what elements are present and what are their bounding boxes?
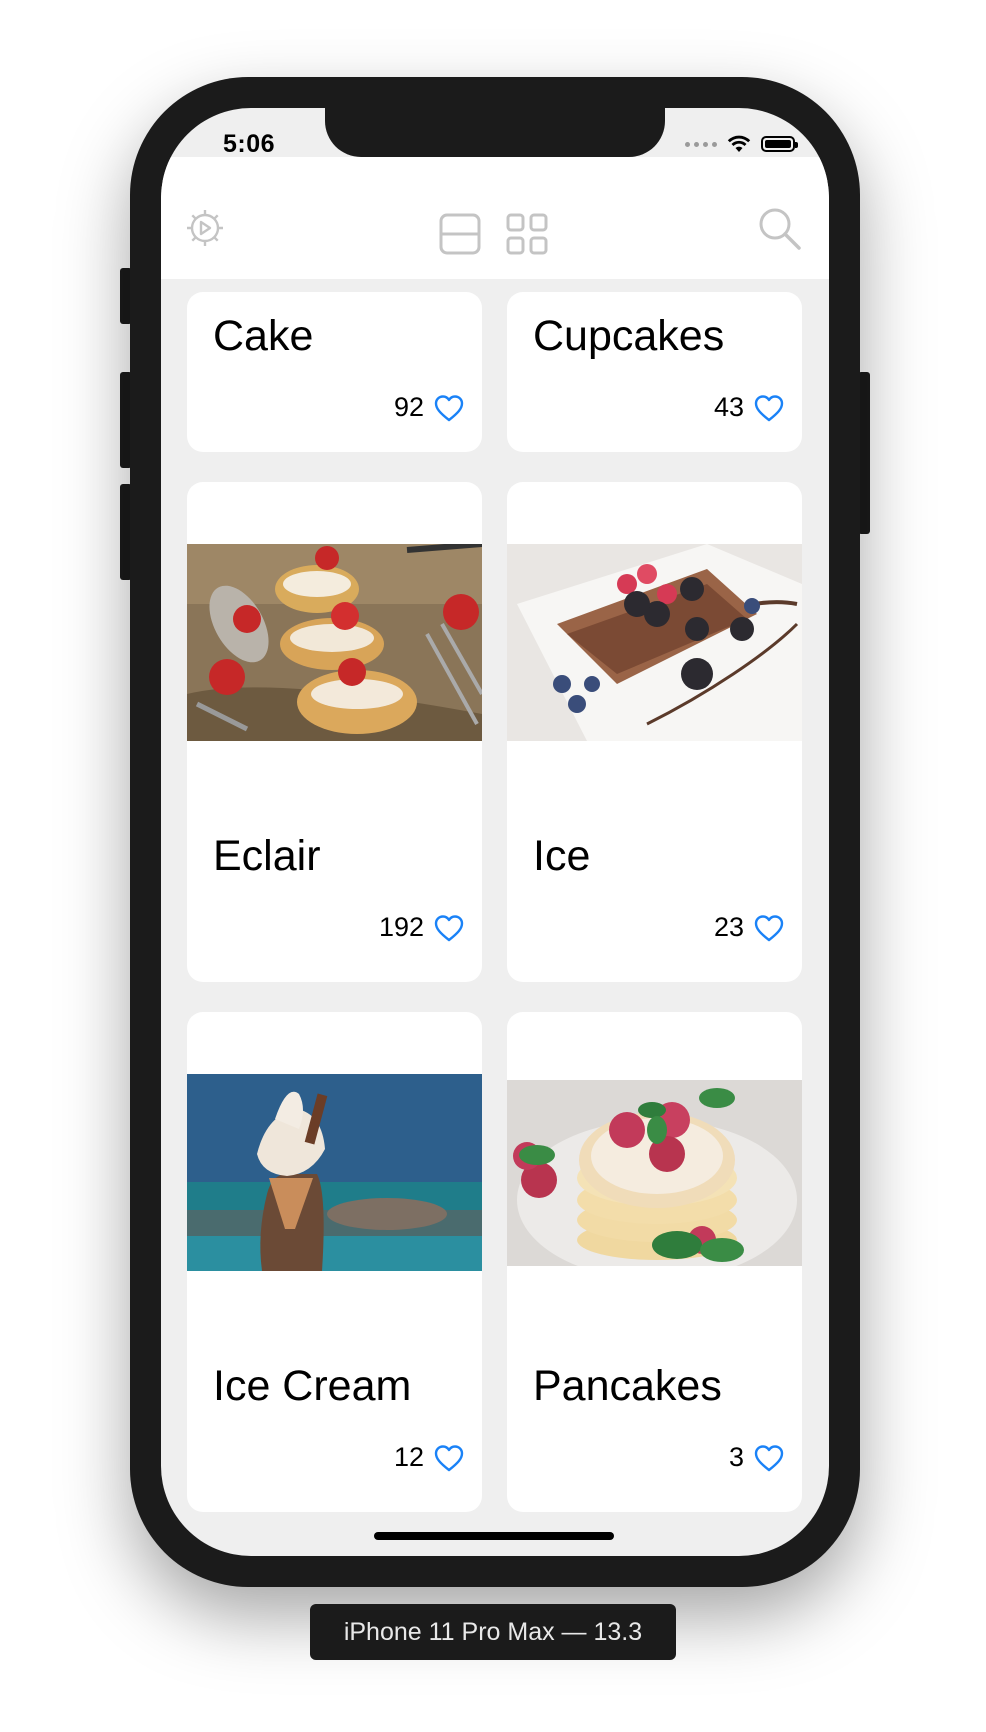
- card-cupcakes[interactable]: Cupcakes 43: [507, 292, 802, 452]
- card-cake[interactable]: Cake 92: [187, 292, 482, 452]
- like-control[interactable]: 192: [379, 912, 464, 943]
- grid-layout-icon[interactable]: [506, 213, 548, 255]
- card-ice-cream[interactable]: Ice Cream 12: [187, 1012, 482, 1512]
- like-control[interactable]: 43: [714, 392, 784, 423]
- navigation-bar: [161, 157, 829, 279]
- battery-icon: [761, 136, 798, 152]
- card-title: Pancakes: [533, 1362, 722, 1410]
- eclair-photo: [187, 544, 482, 741]
- like-control[interactable]: 3: [729, 1442, 784, 1473]
- like-control[interactable]: 23: [714, 912, 784, 943]
- heart-icon[interactable]: [434, 394, 464, 422]
- card-ice[interactable]: Ice 23: [507, 482, 802, 982]
- list-layout-icon[interactable]: [439, 213, 481, 255]
- card-pancakes[interactable]: Pancakes 3: [507, 1012, 802, 1512]
- signal-icon: [685, 141, 717, 147]
- like-count: 12: [393, 1442, 424, 1472]
- heart-icon[interactable]: [754, 1444, 784, 1472]
- like-count: 23: [713, 912, 744, 942]
- search-icon[interactable]: [757, 206, 803, 252]
- card-title: Ice Cream: [213, 1362, 412, 1410]
- card-eclair[interactable]: Eclair 192: [187, 482, 482, 982]
- ice-cream-photo: [187, 1074, 482, 1271]
- heart-icon[interactable]: [434, 914, 464, 942]
- status-indicators: [685, 134, 798, 154]
- like-control[interactable]: 12: [394, 1442, 464, 1473]
- heart-icon[interactable]: [754, 394, 784, 422]
- card-title: Eclair: [213, 832, 321, 880]
- pancakes-photo: [507, 1080, 802, 1266]
- like-count: 43: [713, 392, 744, 422]
- device-label: iPhone 11 Pro Max — 13.3: [310, 1604, 676, 1660]
- like-control[interactable]: 92: [394, 392, 464, 423]
- card-title: Ice: [533, 832, 591, 880]
- heart-icon[interactable]: [754, 914, 784, 942]
- wifi-icon: [727, 135, 751, 152]
- home-indicator[interactable]: [374, 1532, 614, 1540]
- card-title: Cupcakes: [533, 312, 725, 360]
- gear-icon[interactable]: [185, 208, 225, 248]
- like-count: 92: [393, 392, 424, 422]
- device-notch: [325, 108, 665, 157]
- like-count: 192: [378, 912, 424, 942]
- status-time: 5:06: [223, 130, 276, 158]
- chocolate-berries-photo: [507, 544, 802, 741]
- heart-icon[interactable]: [434, 1444, 464, 1472]
- like-count: 3: [728, 1442, 744, 1472]
- screen: Cake 92 Cupcakes 43 Eclair 192 Ice 23 Ic…: [161, 108, 829, 1556]
- card-title: Cake: [213, 312, 314, 360]
